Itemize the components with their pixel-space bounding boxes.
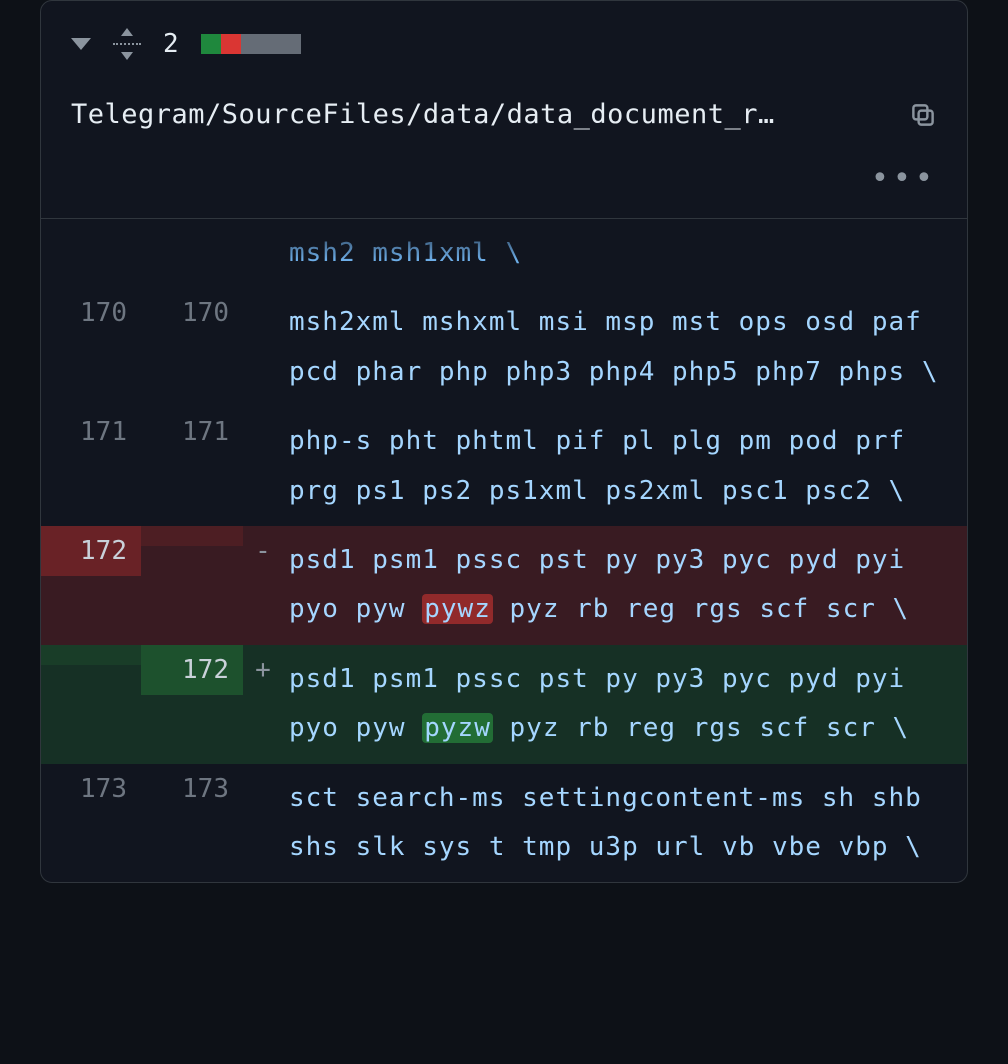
code-line[interactable]: psd1 psm1 pssc pst py py3 pyc pyd pyi py… [283,645,967,764]
filepath-row: Telegram/SourceFiles/data/data_document_… [71,99,937,130]
line-number-old[interactable] [41,645,141,665]
diffstat-square [261,34,281,54]
line-number-old[interactable]: 171 [41,407,141,457]
diffstat-squares [201,34,301,54]
diff-header: 2 Telegram/SourceFiles/data/data_documen… [41,1,967,219]
line-number-old[interactable] [41,219,141,239]
code-line[interactable]: psd1 psm1 pssc pst py py3 pyc pyd pyi py… [283,526,967,645]
diff-row: msh2 msh1xml \ [41,219,967,288]
diff-row: 170170 msh2xml mshxml msi msp mst ops osd… [41,288,967,407]
diffstat-square [201,34,221,54]
chevron-down-icon[interactable] [71,38,91,50]
diff-marker [243,219,283,239]
line-number-old[interactable]: 173 [41,764,141,814]
diff-toolbar: 2 [71,29,937,59]
expand-icon[interactable] [113,30,141,58]
inline-change: pyzw [422,713,493,743]
diff-row: 172 -psd1 psm1 pssc pst py py3 pyc pyd py… [41,526,967,645]
code-line[interactable]: php-s pht phtml pif pl plg pm pod prf pr… [283,407,967,526]
line-number-old[interactable]: 170 [41,288,141,338]
inline-change: pywz [422,594,493,624]
line-number-new[interactable] [141,526,243,546]
code-line[interactable]: sct search-ms settingcontent-ms sh shb s… [283,764,967,883]
diff-row: 171171 php-s pht phtml pif pl plg pm pod … [41,407,967,526]
more-icon[interactable]: ••• [871,164,937,194]
diffstat-square [221,34,241,54]
line-number-new[interactable]: 173 [141,764,243,814]
line-number-new[interactable]: 171 [141,407,243,457]
diff-marker [243,288,283,308]
diffstat-square [241,34,261,54]
diff-marker: - [243,526,283,576]
copy-icon[interactable] [909,101,937,129]
line-number-old[interactable]: 172 [41,526,141,576]
code-line[interactable]: msh2xml mshxml msi msp mst ops osd paf p… [283,288,967,407]
line-number-new[interactable] [141,219,243,239]
diff-marker [243,407,283,427]
diff-body: msh2 msh1xml \ 170170 msh2xml mshxml msi m… [41,219,967,882]
diff-panel: 2 Telegram/SourceFiles/data/data_documen… [40,0,968,883]
diffstat-square [281,34,301,54]
diff-row: 173173 sct search-ms settingcontent-ms sh… [41,764,967,883]
diff-row: 172+psd1 psm1 pssc pst py py3 pyc pyd py… [41,645,967,764]
file-path[interactable]: Telegram/SourceFiles/data/data_document_… [71,99,893,130]
comment-count: 2 [163,29,179,59]
diff-marker [243,764,283,784]
diff-marker: + [243,645,283,695]
line-number-new[interactable]: 172 [141,645,243,695]
code-line[interactable]: msh2 msh1xml \ [283,219,967,288]
line-number-new[interactable]: 170 [141,288,243,338]
